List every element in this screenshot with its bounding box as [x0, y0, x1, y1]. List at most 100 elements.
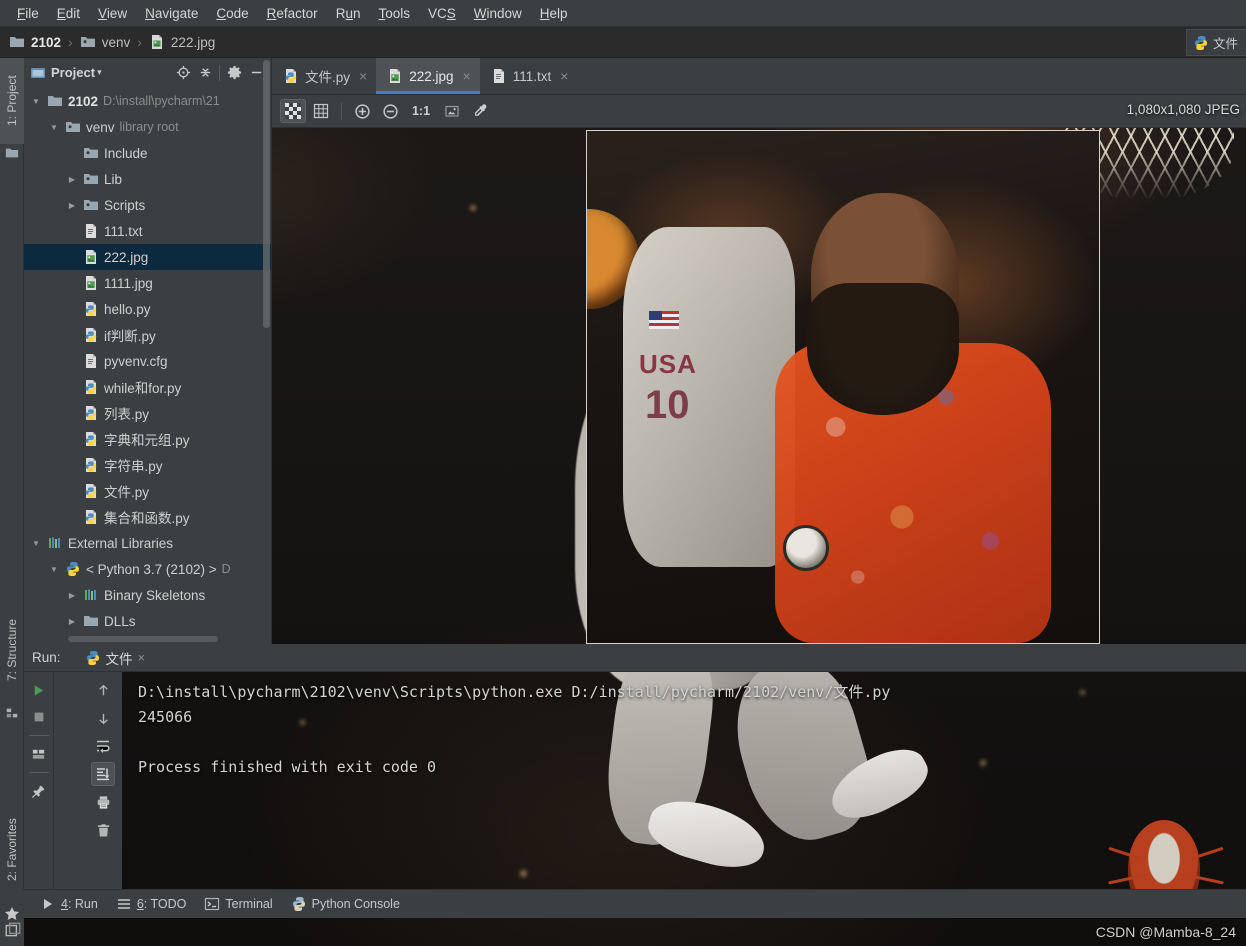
locate-button[interactable] [172, 62, 194, 84]
status-item-todo[interactable]: 6: TODO [110, 893, 199, 915]
actual-size-button[interactable]: 1:1 [405, 99, 437, 123]
tree-node[interactable]: 111.txt [24, 218, 271, 244]
breadcrumb-item-file[interactable]: 222.jpg [149, 34, 215, 50]
window-restore-icon[interactable] [4, 921, 22, 939]
close-icon[interactable]: × [138, 650, 146, 665]
tree-node[interactable]: 文件.py [24, 478, 271, 504]
tree-node[interactable]: hello.py [24, 296, 271, 322]
menu-code[interactable]: Code [207, 3, 257, 24]
status-item-run[interactable]: 4: Run [34, 893, 110, 915]
menu-window[interactable]: Window [465, 3, 531, 24]
status-item-python-console[interactable]: Python Console [285, 893, 412, 915]
tree-node[interactable]: pyvenv.cfg [24, 348, 271, 374]
sidebar-item-project[interactable]: 1: Project [0, 58, 24, 144]
tree-node[interactable]: 1111.jpg [24, 270, 271, 296]
menu-edit[interactable]: Edit [48, 3, 89, 24]
soft-wrap-button[interactable] [91, 734, 115, 758]
menu-help[interactable]: Help [531, 3, 577, 24]
image-editor-canvas[interactable]: USA 10 [272, 128, 1246, 644]
editor-tab[interactable]: 文件.py × [272, 58, 376, 94]
tree-node[interactable]: 字符串.py [24, 452, 271, 478]
fit-to-window-button[interactable] [439, 99, 465, 123]
tree-node[interactable]: ▼ External Libraries [24, 530, 271, 556]
tree-node[interactable]: ▶ Scripts [24, 192, 271, 218]
close-icon[interactable]: × [463, 68, 471, 84]
tree-node[interactable]: 字典和元组.py [24, 426, 271, 452]
displayed-image: USA 10 [586, 130, 1100, 644]
tree-node[interactable]: if判断.py [24, 322, 271, 348]
chevron-down-icon[interactable]: ▼ [48, 565, 60, 574]
tree-node[interactable]: 222.jpg [24, 244, 271, 270]
menu-run[interactable]: Run [327, 3, 370, 24]
sidebar-item-project-label: 1: Project [5, 75, 19, 127]
tree-node[interactable]: ▶ Lib [24, 166, 271, 192]
down-the-stack-trace-button[interactable] [91, 706, 115, 730]
status-item-terminal[interactable]: Terminal [198, 893, 284, 915]
close-icon[interactable]: × [560, 68, 568, 84]
collapse-all-button[interactable] [194, 62, 216, 84]
tree-node-label: 字符串.py [104, 459, 163, 474]
chevron-right-icon[interactable]: ▶ [66, 175, 78, 184]
tree-node[interactable]: ▼ < Python 3.7 (2102) > D [24, 556, 271, 582]
clear-all-button[interactable] [91, 818, 115, 842]
tree-node-label: while和for.py [104, 381, 182, 396]
left-tool-strip: 1: Project 7: Structure 2: Favorites [0, 58, 24, 920]
pin-tab-button[interactable] [27, 779, 51, 803]
layout-button[interactable] [27, 742, 51, 766]
tree-node[interactable]: ▶ DLLs [24, 608, 271, 634]
run-tab-label: 文件 [105, 651, 133, 667]
chevron-down-icon[interactable]: ▼ [30, 97, 42, 106]
menu-tools[interactable]: Tools [369, 3, 419, 24]
chevron-right-icon[interactable]: ▶ [66, 201, 78, 210]
menu-file[interactable]: File [8, 3, 48, 24]
run-configuration-tab[interactable]: 文件 × [77, 645, 154, 671]
tree-node[interactable]: ▶ Binary Skeletons [24, 582, 271, 608]
tree-node[interactable]: while和for.py [24, 374, 271, 400]
tree-node[interactable]: 集合和函数.py [24, 504, 271, 530]
breadcrumb-label-project: 2102 [31, 34, 62, 50]
sidebar-item-structure[interactable]: 7: Structure [0, 598, 24, 702]
run-console-output[interactable]: D:\install\pycharm\2102\venv\Scripts\pyt… [122, 672, 1246, 889]
chevron-down-icon[interactable]: ▾ [97, 67, 102, 78]
project-tree-scrollbar-vertical[interactable] [263, 60, 270, 328]
chevron-down-icon[interactable]: ▼ [48, 123, 60, 132]
tool-tab-file-right[interactable]: 文件 [1186, 29, 1246, 56]
menu-vcs[interactable]: VCS [419, 3, 465, 24]
menu-refactor[interactable]: Refactor [258, 3, 327, 24]
rerun-button[interactable] [27, 678, 51, 702]
bottom-bar: CSDN @Mamba-8_24 [24, 918, 1246, 946]
toggle-grid-button[interactable] [308, 99, 334, 123]
zoom-in-button[interactable] [349, 99, 375, 123]
chevron-down-icon[interactable]: ▼ [30, 539, 42, 548]
editor-tab[interactable]: 111.txt × [480, 58, 578, 94]
stop-button[interactable] [27, 705, 51, 729]
project-tree[interactable]: ▼ 2102 D:\install\pycharm\21 ▼ venv library r… [24, 87, 271, 644]
sidebar-item-structure-label: 7: Structure [5, 618, 19, 682]
tree-node[interactable]: 列表.py [24, 400, 271, 426]
run-actions-toolbar [24, 672, 54, 889]
scroll-to-end-button[interactable] [91, 762, 115, 786]
settings-button[interactable] [223, 62, 245, 84]
tree-node[interactable]: ▼ 2102 D:\install\pycharm\21 [24, 88, 271, 114]
chevron-right-icon[interactable]: ▶ [66, 617, 78, 626]
zoom-out-button[interactable] [377, 99, 403, 123]
tree-node[interactable]: Include [24, 140, 271, 166]
tree-node[interactable]: ▼ venv library root [24, 114, 271, 140]
close-icon[interactable]: × [359, 68, 367, 84]
breadcrumb: 2102 › venv › 222.jpg [0, 27, 1246, 58]
menu-navigate[interactable]: Navigate [136, 3, 207, 24]
print-button[interactable] [91, 790, 115, 814]
editor-tabs: 文件.py × 222.jpg × 111.txt × [272, 58, 1246, 95]
sidebar-item-favorites[interactable]: 2: Favorites [0, 798, 24, 902]
breadcrumb-item-project[interactable]: 2102 [9, 34, 61, 50]
chevron-right-icon[interactable]: ▶ [66, 591, 78, 600]
project-tree-scrollbar-horizontal[interactable] [68, 636, 218, 642]
up-the-stack-trace-button[interactable] [91, 678, 115, 702]
editor-tab[interactable]: 222.jpg × [376, 58, 481, 94]
color-picker-button[interactable] [467, 99, 493, 123]
breadcrumb-item-venv[interactable]: venv [80, 34, 130, 50]
toolbar-divider-2 [28, 772, 49, 773]
menu-view[interactable]: View [89, 3, 136, 24]
terminal-icon [205, 897, 220, 911]
toggle-transparency-button[interactable] [280, 99, 306, 123]
